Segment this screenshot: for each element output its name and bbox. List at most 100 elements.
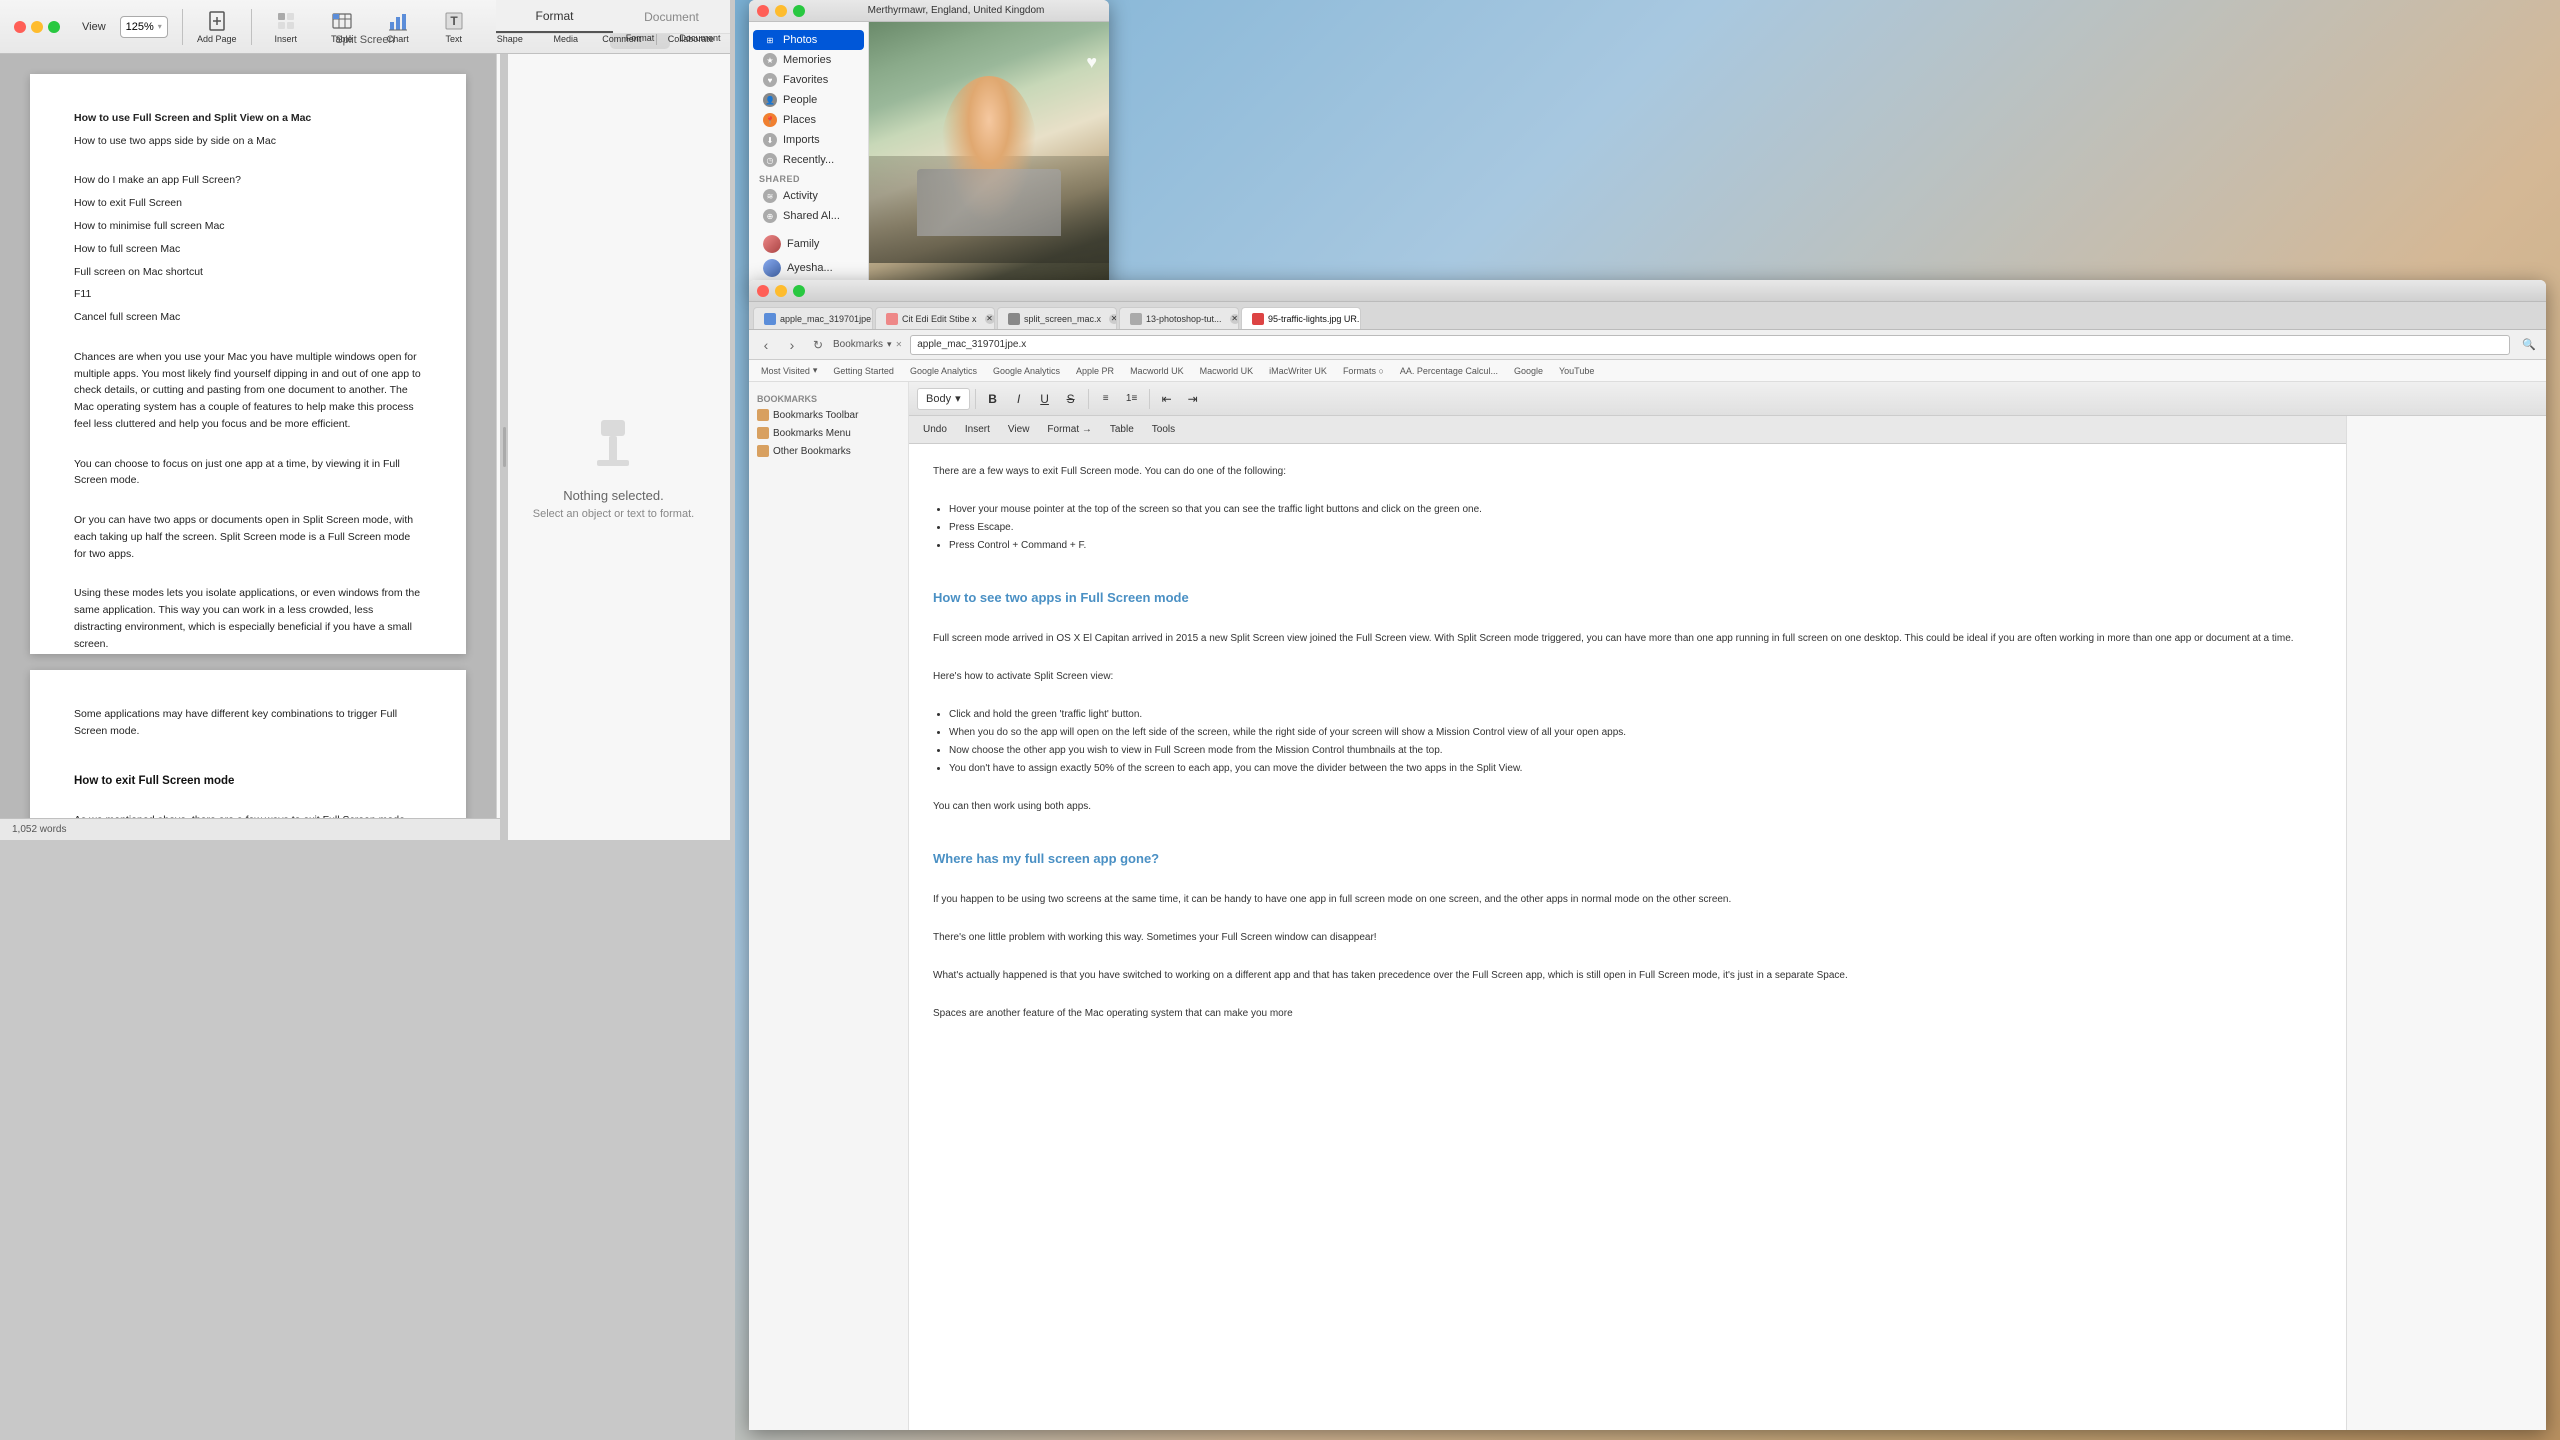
- doc-item7: Cancel full screen Mac: [74, 309, 422, 326]
- bookmark-youtube[interactable]: YouTube: [1555, 366, 1598, 376]
- format-select-prompt: Select an object or text to format.: [517, 507, 710, 522]
- browser-tab-2[interactable]: split_screen_mac.x ✕: [997, 307, 1117, 329]
- tab-0-label: apple_mac_319701jpe...: [780, 314, 873, 324]
- google-analytics-2-label: Google Analytics: [993, 366, 1060, 376]
- photos-close-button[interactable]: [757, 5, 769, 17]
- sidebar-item-people[interactable]: 👤 People: [753, 90, 864, 110]
- sidebar-item-imports[interactable]: ⬇ Imports: [753, 130, 864, 150]
- browser-tab-3[interactable]: 13-photoshop-tut... ✕: [1119, 307, 1239, 329]
- refresh-button[interactable]: ↻: [807, 334, 829, 356]
- table-icon: [331, 10, 353, 32]
- inner-menu-view[interactable]: View: [1000, 422, 1038, 437]
- split-view-divider[interactable]: [500, 54, 508, 840]
- inner-heading-gone: Where has my full screen app gone?: [933, 849, 2522, 870]
- toolbar-left: View 125% ▾: [8, 16, 174, 38]
- photos-minimize-button[interactable]: [775, 5, 787, 17]
- inner-pages-toolbar: Body ▾ B I U S ≡ 1≡ ⇤ ⇥: [909, 382, 2546, 416]
- bookmark-macworld-uk-2[interactable]: Macworld UK: [1196, 366, 1258, 376]
- sidebar-activity[interactable]: ≋ Activity: [753, 186, 864, 206]
- close-button[interactable]: [14, 21, 26, 33]
- inner-menu-tools[interactable]: Tools: [1144, 422, 1183, 437]
- sidebar-family[interactable]: Family: [753, 232, 864, 256]
- word-count-bar: 1,052 words: [0, 818, 500, 840]
- imports-icon: ⬇: [763, 133, 777, 147]
- tab-3-close[interactable]: ✕: [1230, 314, 1239, 324]
- indent-right-button[interactable]: ⇥: [1181, 387, 1205, 411]
- fullscreen-button[interactable]: [48, 21, 60, 33]
- document-area[interactable]: How to use Full Screen and Split View on…: [0, 54, 496, 840]
- bookmark-google[interactable]: Google: [1510, 366, 1547, 376]
- underline-button[interactable]: U: [1033, 387, 1057, 411]
- bookmark-google-analytics[interactable]: Google Analytics: [906, 366, 981, 376]
- pages-window: View 125% ▾ Add Page: [0, 0, 730, 840]
- italic-button[interactable]: I: [1007, 387, 1031, 411]
- forward-button[interactable]: ›: [781, 334, 803, 356]
- inner-document[interactable]: Body ▾ B I U S ≡ 1≡ ⇤ ⇥: [909, 382, 2546, 1430]
- browser-tab-0[interactable]: apple_mac_319701jpe... ✕: [753, 307, 873, 329]
- bold-button[interactable]: B: [981, 387, 1005, 411]
- tab-0-favicon: [764, 313, 776, 325]
- format-empty-icon: [581, 412, 645, 476]
- most-visited-arrow: ▾: [813, 365, 818, 376]
- shared-icon: ⊕: [763, 209, 777, 223]
- sidebar-item-recently[interactable]: ◷ Recently...: [753, 150, 864, 170]
- tab-2-close[interactable]: ✕: [1109, 314, 1117, 324]
- macworld-uk-2-label: Macworld UK: [1200, 366, 1254, 376]
- search-button[interactable]: 🔍: [2518, 334, 2540, 356]
- doc-heading-2: How to use two apps side by side on a Ma…: [74, 133, 422, 150]
- add-page-button[interactable]: Add Page: [191, 5, 243, 49]
- bookmark-most-visited[interactable]: Most Visited ▾: [757, 365, 821, 376]
- indent-left-button[interactable]: ⇤: [1155, 387, 1179, 411]
- address-bar[interactable]: [910, 335, 2510, 355]
- text-button[interactable]: T Text: [428, 5, 480, 49]
- view-button[interactable]: View: [76, 19, 112, 35]
- list-button[interactable]: ≡: [1094, 387, 1118, 411]
- browser-window: apple_mac_319701jpe... ✕ Cit Edi Edit St…: [749, 280, 2546, 1430]
- inner-menu-table[interactable]: Table: [1102, 422, 1142, 437]
- sidebar-item-favorites[interactable]: ♥ Favorites: [753, 70, 864, 90]
- bookmark-imacwriter[interactable]: iMacWriter UK: [1265, 366, 1331, 376]
- browser-sidebar-other[interactable]: Other Bookmarks: [749, 442, 908, 460]
- sidebar-item-memories[interactable]: ★ Memories: [753, 50, 864, 70]
- doc-item5: Full screen on Mac shortcut: [74, 264, 422, 281]
- insert-button[interactable]: Insert: [260, 5, 312, 49]
- photos-sidebar: ⊞ Photos ★ Memories ♥ Favorites 👤 People…: [749, 22, 869, 290]
- browser-minimize-button[interactable]: [775, 285, 787, 297]
- bookmark-macworld-uk[interactable]: Macworld UK: [1126, 366, 1188, 376]
- inner-menu-insert[interactable]: Insert: [957, 422, 998, 437]
- sidebar-ayesha[interactable]: Ayesha...: [753, 256, 864, 280]
- bookmarks-toggle[interactable]: Bookmarks ▾ ✕: [833, 339, 902, 350]
- browser-sidebar-menu[interactable]: Bookmarks Menu: [749, 424, 908, 442]
- tab-1-close[interactable]: ✕: [985, 314, 995, 324]
- memories-icon: ★: [763, 53, 777, 67]
- zoom-control[interactable]: 125% ▾: [120, 16, 168, 38]
- sidebar-shared-al[interactable]: ⊕ Shared Al...: [753, 206, 864, 226]
- browser-fullscreen-button[interactable]: [793, 285, 805, 297]
- bookmark-apple-pr[interactable]: Apple PR: [1072, 366, 1118, 376]
- body-dropdown-arrow: ▾: [955, 392, 961, 405]
- bookmark-percentage[interactable]: AA. Percentage Calcul...: [1396, 366, 1502, 376]
- minimize-button[interactable]: [31, 21, 43, 33]
- browser-sidebar-toolbar[interactable]: Bookmarks Toolbar: [749, 406, 908, 424]
- bookmark-getting-started[interactable]: Getting Started: [829, 366, 898, 376]
- photos-main: 23 August 2016 · 16:14:06 · 3,029 of 3,0…: [869, 22, 1109, 290]
- separator-1: [182, 9, 183, 45]
- browser-tab-1[interactable]: Cit Edi Edit Stibe x ✕: [875, 307, 995, 329]
- sidebar-item-photos[interactable]: ⊞ Photos: [753, 30, 864, 50]
- browser-tab-4[interactable]: 95-traffic-lights.jpg UR... ✕: [1241, 307, 1361, 329]
- tab-1-favicon: [886, 313, 898, 325]
- bookmark-formats[interactable]: Formats ○: [1339, 366, 1388, 376]
- doc-item4: How to full screen Mac: [74, 241, 422, 258]
- bookmark-google-analytics-2[interactable]: Google Analytics: [989, 366, 1064, 376]
- strikethrough-button[interactable]: S: [1059, 387, 1083, 411]
- inner-menu-format[interactable]: Format →: [1039, 422, 1099, 437]
- photos-fullscreen-button[interactable]: [793, 5, 805, 17]
- list-num-button[interactable]: 1≡: [1120, 387, 1144, 411]
- inner-menu-undo[interactable]: Undo: [915, 422, 955, 437]
- body-dropdown[interactable]: Body ▾: [917, 388, 970, 410]
- back-button[interactable]: ‹: [755, 334, 777, 356]
- sidebar-item-places[interactable]: 📍 Places: [753, 110, 864, 130]
- photo-favorite-icon[interactable]: ♥: [1086, 52, 1097, 73]
- browser-close-button[interactable]: [757, 285, 769, 297]
- sidebar-imports-label: Imports: [783, 134, 820, 146]
